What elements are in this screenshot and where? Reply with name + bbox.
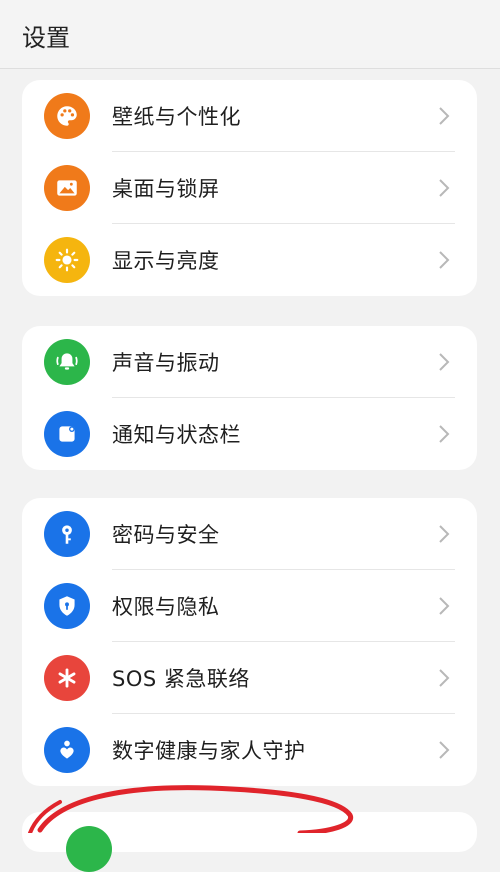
settings-group-security: 密码与安全 权限与隐私 SOS 紧急联络 数字健康与家人守护 xyxy=(22,498,477,786)
chevron-right-icon xyxy=(437,105,451,127)
settings-item-label: 通知与状态栏 xyxy=(112,423,241,447)
settings-group-next xyxy=(22,812,477,872)
chevron-right-icon xyxy=(437,595,451,617)
shield-icon xyxy=(44,583,90,629)
settings-item-sound-vibration[interactable]: 声音与振动 xyxy=(22,326,477,398)
chevron-right-icon xyxy=(437,423,451,445)
chevron-right-icon xyxy=(437,667,451,689)
asterisk-icon xyxy=(44,655,90,701)
image-icon xyxy=(44,165,90,211)
header-bar: 设置 xyxy=(0,0,500,69)
settings-item-password-security[interactable]: 密码与安全 xyxy=(22,498,477,570)
bell-icon xyxy=(44,339,90,385)
chevron-right-icon xyxy=(437,523,451,545)
chevron-right-icon xyxy=(437,739,451,761)
settings-group-display: 壁纸与个性化 桌面与锁屏 显示与亮度 xyxy=(22,80,477,296)
settings-group-sound-notify: 声音与振动 通知与状态栏 xyxy=(22,326,477,470)
settings-item-digital-wellbeing[interactable]: 数字健康与家人守护 xyxy=(22,714,477,786)
notification-icon xyxy=(44,411,90,457)
chevron-right-icon xyxy=(437,177,451,199)
settings-item-label: 壁纸与个性化 xyxy=(112,105,241,129)
family-heart-icon xyxy=(44,727,90,773)
key-icon xyxy=(44,511,90,557)
settings-item-label: 声音与振动 xyxy=(112,351,220,375)
settings-item-permissions-privacy[interactable]: 权限与隐私 xyxy=(22,570,477,642)
settings-item-desktop-lockscreen[interactable]: 桌面与锁屏 xyxy=(22,152,477,224)
palette-icon xyxy=(44,93,90,139)
chevron-right-icon xyxy=(437,351,451,373)
sun-icon xyxy=(44,237,90,283)
page-title: 设置 xyxy=(22,24,70,52)
settings-item-notification-statusbar[interactable]: 通知与状态栏 xyxy=(22,398,477,470)
settings-item-label: SOS 紧急联络 xyxy=(112,667,250,691)
chevron-right-icon xyxy=(437,249,451,271)
settings-item-label: 数字健康与家人守护 xyxy=(112,739,306,763)
settings-item-display-brightness[interactable]: 显示与亮度 xyxy=(22,224,477,296)
settings-item-wallpaper[interactable]: 壁纸与个性化 xyxy=(22,80,477,152)
settings-item-label: 密码与安全 xyxy=(112,523,220,547)
settings-item-label: 显示与亮度 xyxy=(112,249,220,273)
settings-item-label: 权限与隐私 xyxy=(112,595,220,619)
settings-item-label: 桌面与锁屏 xyxy=(112,177,220,201)
settings-item-sos-emergency[interactable]: SOS 紧急联络 xyxy=(22,642,477,714)
